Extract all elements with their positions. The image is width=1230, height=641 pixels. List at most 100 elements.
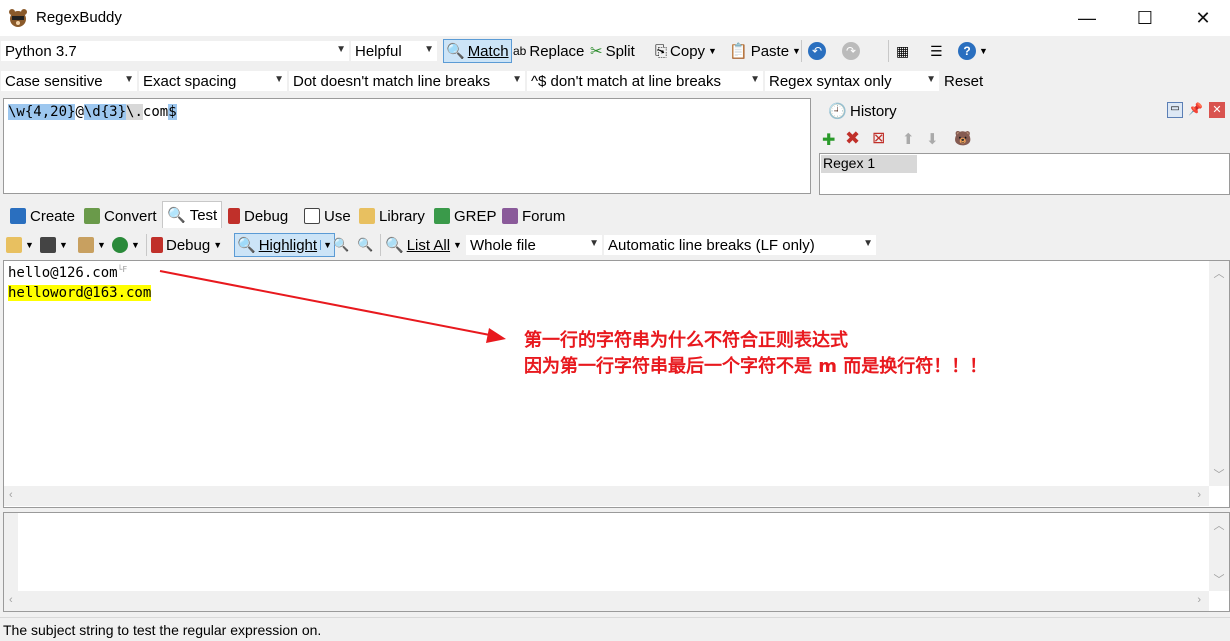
helpful-select[interactable]: Helpful ▼ bbox=[350, 40, 438, 62]
grep-icon bbox=[434, 208, 450, 224]
match-button[interactable]: 🔍 Match bbox=[443, 39, 512, 63]
chevron-up-icon[interactable]: ︿ bbox=[1209, 513, 1229, 533]
results-gutter bbox=[4, 513, 18, 591]
chevron-down-icon: ▼ bbox=[979, 46, 988, 56]
dot-select[interactable]: Dot doesn't match line breaks ▼ bbox=[288, 70, 526, 92]
pin-icon[interactable]: 📌 bbox=[1188, 102, 1203, 116]
help-icon: ? bbox=[958, 42, 976, 60]
chevron-down-icon: ▼ bbox=[750, 74, 760, 85]
chevron-down-icon: ▼ bbox=[97, 240, 106, 250]
next-match-button[interactable]: 🔍 bbox=[357, 233, 373, 257]
panels-button[interactable]: ☰ bbox=[930, 39, 943, 63]
move-down-icon[interactable]: ⬇ bbox=[926, 130, 939, 148]
anchors-select[interactable]: ^$ don't match at line breaks ▼ bbox=[526, 70, 764, 92]
undo-button[interactable]: ↶ bbox=[808, 39, 826, 63]
linebreaks-select[interactable]: Automatic line breaks (LF only) ▼ bbox=[603, 234, 877, 256]
tab-forum[interactable]: Forum bbox=[498, 204, 569, 228]
regex-token-at: @ bbox=[75, 104, 84, 120]
magnifier-icon: 🔍 bbox=[237, 237, 256, 254]
magnifier-icon: 🔍 bbox=[446, 43, 465, 60]
previous-match-button[interactable]: 🔍 bbox=[333, 233, 349, 257]
syntax-select[interactable]: Regex syntax only ▼ bbox=[764, 70, 940, 92]
debug-icon bbox=[151, 237, 163, 253]
paste-icon bbox=[78, 237, 94, 253]
subject-line-match: helloword@163.com bbox=[8, 285, 152, 301]
chevron-left-icon[interactable]: ‹ bbox=[9, 489, 13, 501]
maximize-icon: ☐ bbox=[1136, 7, 1154, 28]
toolbar-divider bbox=[801, 40, 802, 62]
regex-token-digit: \d{3} bbox=[83, 104, 127, 120]
redo-icon: ↷ bbox=[842, 42, 860, 60]
list-panels-icon: ☰ bbox=[930, 42, 943, 59]
scope-select[interactable]: Whole file ▼ bbox=[465, 234, 603, 256]
chevron-down-icon[interactable]: ﹀ bbox=[1209, 571, 1229, 587]
split-icon: ✂ bbox=[590, 43, 603, 60]
flavor-select[interactable]: Python 3.7 ▼ bbox=[0, 40, 350, 62]
results-vertical-scrollbar[interactable]: ︿ ﹀ bbox=[1209, 513, 1229, 591]
highlight-button[interactable]: 🔍 Highlight ▼ bbox=[234, 233, 335, 257]
save-button[interactable]: ▼ bbox=[40, 233, 68, 257]
new-file-icon bbox=[6, 237, 22, 253]
minimize-button[interactable]: — bbox=[1058, 0, 1116, 36]
undo-icon: ↶ bbox=[808, 42, 826, 60]
results-horizontal-scrollbar[interactable]: ‹ › bbox=[4, 591, 1209, 611]
regex-text: \w{4,20}@\d{3}\.com$ bbox=[8, 104, 177, 120]
chevron-down-icon: ▼ bbox=[424, 44, 434, 55]
create-icon bbox=[10, 208, 26, 224]
tab-grep[interactable]: GREP bbox=[430, 204, 501, 228]
paste-test-button[interactable]: ▼ bbox=[78, 233, 106, 257]
tab-create[interactable]: Create bbox=[6, 204, 79, 228]
close-panel-icon[interactable]: ✕ bbox=[1209, 102, 1225, 118]
tab-library[interactable]: Library bbox=[355, 204, 429, 228]
chevron-down-icon: ▼ bbox=[274, 74, 284, 85]
chevron-left-icon[interactable]: ‹ bbox=[9, 594, 13, 606]
copy-icon: ⎘ bbox=[655, 42, 668, 60]
close-button[interactable]: ✕ bbox=[1174, 0, 1230, 36]
add-icon[interactable]: ✚ bbox=[822, 130, 835, 150]
copy-button[interactable]: ⎘ Copy ▼ bbox=[655, 39, 717, 63]
magnifier-icon: 🔍 bbox=[385, 237, 404, 254]
tab-use[interactable]: Use bbox=[300, 204, 355, 228]
title-bar bbox=[0, 0, 1230, 36]
split-button[interactable]: ✂ Split bbox=[590, 39, 635, 63]
vertical-scrollbar[interactable]: ︿ ﹀ bbox=[1209, 261, 1229, 486]
help-button[interactable]: ? ▼ bbox=[958, 39, 988, 63]
annotation-line-2: 因为第一行字符串最后一个字符不是 m 而是换行符！！！ bbox=[524, 356, 988, 377]
chevron-right-icon[interactable]: › bbox=[1197, 489, 1201, 501]
tab-debug[interactable]: Debug bbox=[224, 204, 292, 228]
chevron-down-icon: ▼ bbox=[926, 74, 936, 85]
status-bar: The subject string to test the regular e… bbox=[0, 617, 1230, 641]
buddy-icon[interactable]: 🐻 bbox=[954, 130, 971, 147]
restore-panel-icon[interactable]: ▭ bbox=[1167, 102, 1183, 118]
reset-button[interactable]: Reset bbox=[944, 69, 983, 93]
annotation-line-1: 第一行的字符串为什么不符合正则表达式 bbox=[524, 330, 848, 351]
delete-icon[interactable]: ✖ bbox=[845, 128, 860, 149]
chevron-down-icon: ▼ bbox=[708, 46, 717, 56]
new-button[interactable]: ▼ bbox=[6, 233, 34, 257]
maximize-button[interactable]: ☐ bbox=[1116, 0, 1174, 36]
chevron-down-icon[interactable]: ﹀ bbox=[1209, 466, 1229, 482]
grid-layout-icon: ▦ bbox=[896, 42, 910, 59]
subject-line: hello@126.com└F bbox=[8, 265, 128, 281]
case-select[interactable]: Case sensitive ▼ bbox=[0, 70, 138, 92]
spacing-select[interactable]: Exact spacing ▼ bbox=[138, 70, 288, 92]
tab-test[interactable]: 🔍 Test bbox=[162, 201, 223, 228]
regex-token-dot: \. bbox=[126, 104, 143, 120]
debug-button[interactable]: Debug ▼ bbox=[151, 233, 222, 257]
move-up-icon[interactable]: ⬆ bbox=[902, 130, 915, 148]
list-all-button[interactable]: 🔍 List All ▼ bbox=[385, 233, 462, 257]
layout-button[interactable]: ▦ bbox=[896, 39, 909, 63]
horizontal-scrollbar[interactable]: ‹ › bbox=[4, 486, 1209, 506]
replace-button[interactable]: ab Replace bbox=[513, 39, 584, 63]
history-title: History bbox=[850, 103, 897, 120]
tab-convert[interactable]: Convert bbox=[80, 204, 161, 228]
history-item[interactable]: Regex 1 bbox=[821, 155, 917, 173]
delete-all-icon[interactable]: ⊠ bbox=[872, 128, 885, 148]
annotation-arrow bbox=[159, 270, 506, 343]
redo-button[interactable]: ↷ bbox=[842, 39, 860, 63]
web-button[interactable]: ▼ bbox=[112, 233, 140, 257]
paste-button[interactable]: 📋 Paste ▼ bbox=[729, 39, 801, 63]
chevron-up-icon[interactable]: ︿ bbox=[1209, 261, 1229, 281]
chevron-right-icon[interactable]: › bbox=[1197, 594, 1201, 606]
chevron-down-icon: ▼ bbox=[792, 46, 801, 56]
